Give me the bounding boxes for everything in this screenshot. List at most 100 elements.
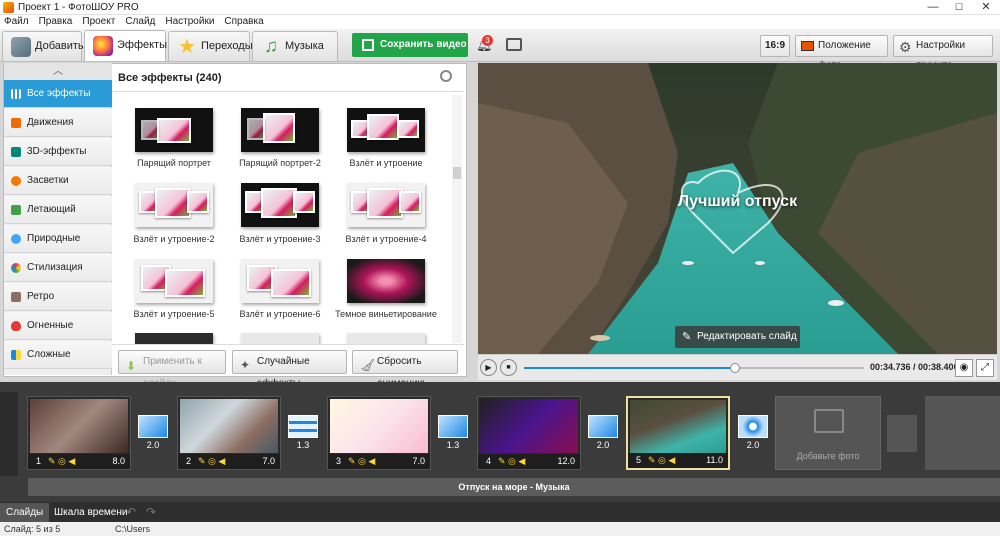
category-nature[interactable]: Природные: [4, 225, 112, 253]
category-retro[interactable]: Ретро: [4, 283, 112, 311]
empty-slide-slot: [925, 396, 1000, 470]
effect-thumb[interactable]: [135, 108, 213, 152]
random-effects-button[interactable]: ✦ Случайные эффекты: [232, 350, 347, 389]
search-icon[interactable]: [440, 70, 452, 82]
slide-tool-icons: ✎ ◎ ◀: [648, 455, 676, 465]
effect-label: Взлёт и утроение-5: [133, 309, 215, 319]
slide-thumb-2[interactable]: 2 ✎ ◎ ◀ 7.0: [177, 396, 281, 470]
save-video-button[interactable]: Сохранить видео: [352, 33, 468, 57]
effect-thumb[interactable]: [347, 259, 425, 303]
category-3d[interactable]: 3D-эффекты: [4, 138, 112, 166]
effect-thumb[interactable]: [347, 108, 425, 152]
effect-label: Парящий портрет: [137, 158, 211, 168]
minimize-button[interactable]: —: [920, 0, 946, 15]
image-placeholder-icon: [814, 409, 844, 433]
slide-thumb-5[interactable]: 5 ✎ ◎ ◀ 11.0: [626, 396, 730, 470]
retro-camera-icon: [11, 292, 21, 302]
camera-icon[interactable]: ◉: [955, 359, 973, 377]
grid-icon: [11, 89, 21, 99]
slide-number: 5: [636, 455, 642, 465]
category-clipart[interactable]: Летающий клипарт: [4, 196, 112, 243]
grid-divider: [112, 91, 464, 92]
category-label: Сложные: [27, 349, 71, 360]
category-lights[interactable]: Засветки: [4, 167, 112, 195]
close-button[interactable]: ✕: [973, 0, 999, 15]
transition-4[interactable]: 2.0: [588, 415, 618, 452]
photo-position-button[interactable]: Положение фото: [795, 35, 888, 71]
maximize-button[interactable]: ☐: [946, 0, 972, 15]
tab-slides[interactable]: Слайды: [0, 503, 50, 522]
tab-add[interactable]: Добавить: [2, 31, 84, 61]
category-label: Природные: [27, 233, 81, 244]
transition-5[interactable]: 2.0: [738, 415, 768, 452]
effect-label: Взлёт и утроение-4: [345, 234, 427, 244]
effect-thumb[interactable]: [135, 259, 213, 303]
menu-slide[interactable]: Слайд: [120, 15, 160, 29]
time-readout: 00:34.736 / 00:38.400: [870, 362, 959, 372]
menu-edit[interactable]: Правка: [34, 15, 78, 29]
transition-2[interactable]: 1.3: [288, 415, 318, 452]
tab-timeline[interactable]: Шкала времени: [48, 503, 133, 522]
notification-badge: 3: [482, 35, 493, 46]
scroll-thumb[interactable]: [453, 167, 461, 179]
seek-handle[interactable]: [729, 363, 740, 373]
slide-image: [30, 399, 128, 453]
magic-wand-icon: ✦: [240, 358, 251, 372]
effect-thumb[interactable]: [241, 108, 319, 152]
project-settings-button[interactable]: ⚙ Настройки проекта: [893, 35, 993, 71]
effect-thumb[interactable]: [347, 183, 425, 227]
stop-icon[interactable]: ■: [500, 359, 517, 376]
tab-music[interactable]: ♫ Музыка: [252, 31, 338, 61]
music-track[interactable]: Отпуск на море - Музыка: [28, 478, 1000, 496]
menu-bar: Файл Правка Проект Слайд Настройки Справка: [0, 15, 1000, 29]
menu-project[interactable]: Проект: [77, 15, 120, 29]
effect-thumb[interactable]: [241, 183, 319, 227]
category-fire[interactable]: Огненные: [4, 312, 112, 340]
fullscreen-icon[interactable]: ⤢: [976, 359, 994, 377]
tab-transitions-label: Переходы: [201, 40, 253, 52]
apply-to-slide-button[interactable]: ⬇ Применить к слайду: [118, 350, 226, 389]
effect-thumb[interactable]: [135, 183, 213, 227]
category-stylization[interactable]: Стилизация: [4, 254, 112, 282]
transition-duration: 2.0: [596, 440, 610, 450]
seek-progress: [524, 367, 735, 369]
tab-music-label: Музыка: [285, 40, 324, 52]
menu-settings[interactable]: Настройки: [160, 15, 219, 29]
redo-icon[interactable]: ↷: [146, 505, 156, 519]
status-path: C:\Users: [115, 524, 151, 534]
category-label: Все эффекты: [27, 88, 91, 99]
add-photos-icon: [11, 37, 31, 57]
tab-transitions[interactable]: ★ Переходы: [168, 31, 253, 61]
aspect-ratio-button[interactable]: 16:9: [760, 35, 790, 57]
menu-help[interactable]: Справка: [219, 15, 268, 29]
slide-tool-icons: ✎ ◎ ◀: [198, 456, 226, 466]
add-photo-slot[interactable]: Добавьте фото: [775, 396, 881, 470]
palette-icon: [11, 263, 21, 273]
photo-gallery-icon[interactable]: [506, 38, 522, 51]
tab-effects[interactable]: Эффекты: [84, 30, 168, 61]
category-all-effects[interactable]: Все эффекты: [4, 80, 112, 108]
undo-icon[interactable]: ↶: [126, 505, 136, 519]
category-motion[interactable]: Движения: [4, 109, 112, 137]
category-label: Стилизация: [27, 262, 83, 273]
slide-thumb-4[interactable]: 4 ✎ ◎ ◀ 12.0: [477, 396, 581, 470]
play-icon[interactable]: ▶: [480, 359, 497, 376]
transition-3[interactable]: 1.3: [438, 415, 468, 452]
category-complex[interactable]: Сложные: [4, 341, 112, 369]
seek-track[interactable]: [524, 363, 864, 373]
menu-file[interactable]: Файл: [0, 15, 34, 29]
effect-thumb[interactable]: [241, 259, 319, 303]
edit-slide-button[interactable]: ✎ Редактировать слайд: [675, 326, 800, 348]
slide-thumb-3[interactable]: 3 ✎ ◎ ◀ 7.0: [327, 396, 431, 470]
transition-1[interactable]: 2.0: [138, 415, 168, 452]
tab-add-label: Добавить: [35, 40, 84, 52]
slide-duration: 7.0: [262, 456, 275, 466]
reset-animation-button[interactable]: 🧹︎ Сбросить анимацию: [352, 350, 458, 389]
slide-thumb-1[interactable]: 1 ✎ ◎ ◀ 8.0: [27, 396, 131, 470]
effects-scrollbar[interactable]: [452, 95, 462, 343]
tab-effects-label: Эффекты: [117, 39, 168, 51]
transition-thumb: [588, 415, 618, 438]
scroll-up-icon[interactable]: ︿: [4, 63, 112, 80]
add-photo-label: Добавьте фото: [796, 451, 860, 461]
slide-number: 3: [336, 456, 342, 466]
